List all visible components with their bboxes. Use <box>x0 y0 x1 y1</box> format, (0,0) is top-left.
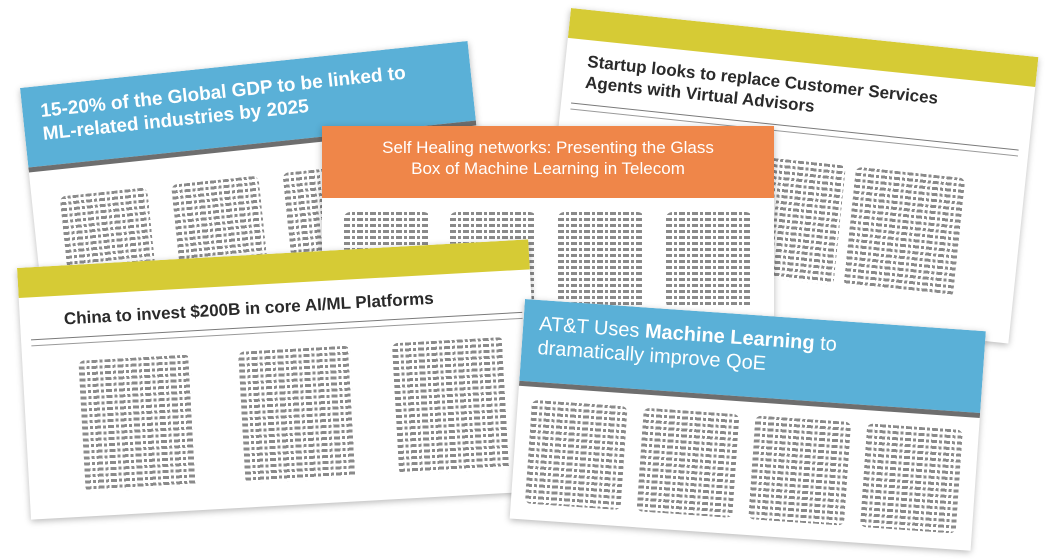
text-column <box>859 423 963 534</box>
title-text: to <box>813 332 838 356</box>
text-column <box>636 407 740 518</box>
text-column <box>524 399 628 511</box>
card-title-line: Box of Machine Learning in Telecom <box>411 158 685 178</box>
text-column <box>391 336 511 475</box>
article-card-china: China to invest $200B in core AI/ML Plat… <box>17 239 543 520</box>
text-column <box>666 212 752 308</box>
card-title: Self Healing networks: Presenting the Gl… <box>322 138 774 179</box>
text-column <box>748 415 852 526</box>
text-column <box>558 212 644 308</box>
text-column <box>843 166 966 298</box>
card-title-line: Self Healing networks: Presenting the Gl… <box>382 138 714 157</box>
text-column <box>238 345 358 484</box>
article-card-att: AT&T Uses Machine Learning to dramatical… <box>509 299 986 551</box>
text-column <box>78 354 198 493</box>
